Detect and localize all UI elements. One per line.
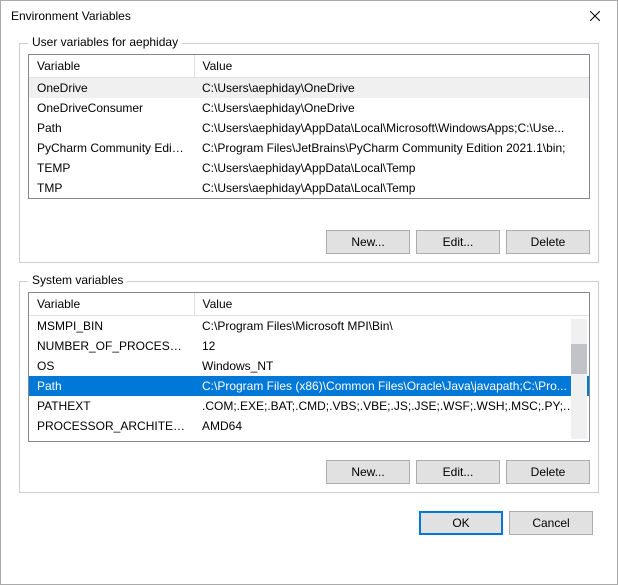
cell-value: Intel64 Family 6 Model 165 Stepping 3, G…: [194, 436, 589, 442]
close-button[interactable]: [572, 1, 617, 31]
user-variables-label: User variables for aephiday: [28, 35, 182, 49]
user-header-value[interactable]: Value: [194, 55, 589, 78]
cell-value: C:\Program Files\Microsoft MPI\Bin\: [194, 316, 589, 337]
table-row[interactable]: MSMPI_BINC:\Program Files\Microsoft MPI\…: [29, 316, 589, 337]
cell-variable: TEMP: [29, 158, 194, 178]
cell-variable: Path: [29, 118, 194, 138]
system-variables-group: System variables Variable Value MSMPI_BI…: [19, 281, 599, 493]
table-row[interactable]: PROCESSOR_ARCHITECTUREAMD64: [29, 416, 589, 436]
user-button-row: New... Edit... Delete: [326, 230, 590, 254]
user-delete-button[interactable]: Delete: [506, 230, 590, 254]
cell-variable: PATHEXT: [29, 396, 194, 416]
system-variables-label: System variables: [28, 273, 127, 287]
system-button-row: New... Edit... Delete: [326, 460, 590, 484]
cell-value: C:\Users\aephiday\AppData\Local\Microsof…: [194, 118, 589, 138]
system-header-value[interactable]: Value: [194, 293, 589, 316]
system-new-button[interactable]: New...: [326, 460, 410, 484]
user-variables-group: User variables for aephiday Variable Val…: [19, 43, 599, 263]
cell-variable: NUMBER_OF_PROCESSORS: [29, 336, 194, 356]
window-title: Environment Variables: [11, 9, 131, 23]
user-variables-table[interactable]: Variable Value OneDriveC:\Users\aephiday…: [29, 55, 589, 198]
dialog-content: User variables for aephiday Variable Val…: [1, 31, 617, 549]
cell-value: C:\Program Files (x86)\Common Files\Orac…: [194, 376, 589, 396]
cell-value: C:\Users\aephiday\OneDrive: [194, 78, 589, 99]
table-row[interactable]: OneDriveConsumerC:\Users\aephiday\OneDri…: [29, 98, 589, 118]
dialog-footer: OK Cancel: [17, 511, 601, 535]
cell-variable: PROCESSOR_ARCHITECTURE: [29, 416, 194, 436]
system-delete-button[interactable]: Delete: [506, 460, 590, 484]
table-row[interactable]: OneDriveC:\Users\aephiday\OneDrive: [29, 78, 589, 99]
ok-button[interactable]: OK: [419, 511, 503, 535]
scroll-thumb[interactable]: [571, 344, 587, 374]
cell-value: C:\Program Files\JetBrains\PyCharm Commu…: [194, 138, 589, 158]
user-new-button[interactable]: New...: [326, 230, 410, 254]
system-scrollbar[interactable]: [571, 319, 587, 439]
cell-variable: PyCharm Community Edition: [29, 138, 194, 158]
system-variables-table-wrap: Variable Value MSMPI_BINC:\Program Files…: [28, 292, 590, 442]
cell-variable: MSMPI_BIN: [29, 316, 194, 337]
cell-value: 12: [194, 336, 589, 356]
system-variables-table[interactable]: Variable Value MSMPI_BINC:\Program Files…: [29, 293, 589, 442]
cell-value: C:\Users\aephiday\OneDrive: [194, 98, 589, 118]
table-row[interactable]: PyCharm Community EditionC:\Program File…: [29, 138, 589, 158]
cell-variable: OneDriveConsumer: [29, 98, 194, 118]
cell-value: Windows_NT: [194, 356, 589, 376]
user-variables-table-wrap: Variable Value OneDriveC:\Users\aephiday…: [28, 54, 590, 199]
cell-variable: TMP: [29, 178, 194, 198]
table-row[interactable]: PathC:\Program Files (x86)\Common Files\…: [29, 376, 589, 396]
table-row[interactable]: TEMPC:\Users\aephiday\AppData\Local\Temp: [29, 158, 589, 178]
table-row[interactable]: OSWindows_NT: [29, 356, 589, 376]
cell-variable: PROCESSOR_IDENTIFIER: [29, 436, 194, 442]
titlebar: Environment Variables: [1, 1, 617, 31]
cell-value: AMD64: [194, 416, 589, 436]
system-edit-button[interactable]: Edit...: [416, 460, 500, 484]
cancel-button[interactable]: Cancel: [509, 511, 593, 535]
table-row[interactable]: NUMBER_OF_PROCESSORS12: [29, 336, 589, 356]
table-row[interactable]: PROCESSOR_IDENTIFIERIntel64 Family 6 Mod…: [29, 436, 589, 442]
user-header-variable[interactable]: Variable: [29, 55, 194, 78]
cell-value: .COM;.EXE;.BAT;.CMD;.VBS;.VBE;.JS;.JSE;.…: [194, 396, 589, 416]
table-row[interactable]: PATHEXT.COM;.EXE;.BAT;.CMD;.VBS;.VBE;.JS…: [29, 396, 589, 416]
table-row[interactable]: TMPC:\Users\aephiday\AppData\Local\Temp: [29, 178, 589, 198]
cell-value: C:\Users\aephiday\AppData\Local\Temp: [194, 178, 589, 198]
table-row[interactable]: PathC:\Users\aephiday\AppData\Local\Micr…: [29, 118, 589, 138]
cell-variable: OS: [29, 356, 194, 376]
close-icon: [590, 11, 600, 21]
cell-variable: Path: [29, 376, 194, 396]
system-header-variable[interactable]: Variable: [29, 293, 194, 316]
cell-variable: OneDrive: [29, 78, 194, 99]
cell-value: C:\Users\aephiday\AppData\Local\Temp: [194, 158, 589, 178]
user-edit-button[interactable]: Edit...: [416, 230, 500, 254]
